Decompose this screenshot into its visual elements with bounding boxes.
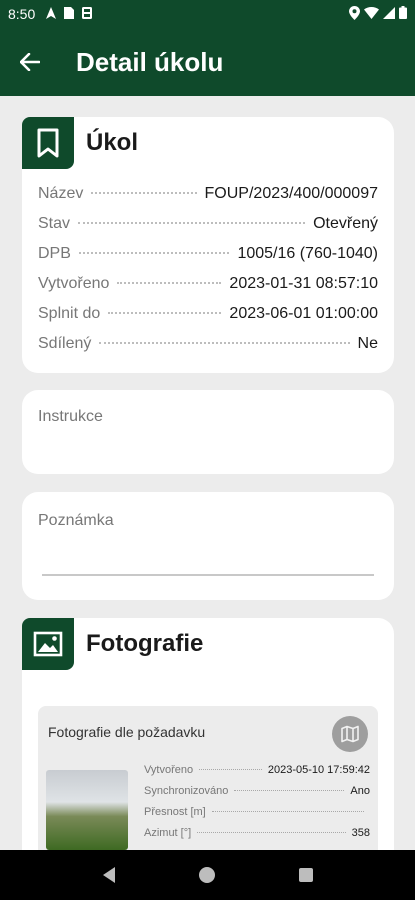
arrow-left-icon xyxy=(20,53,40,71)
detail-row-vytvoreno: Vytvořeno 2023-01-31 08:57:10 xyxy=(38,275,378,305)
sd-card-icon xyxy=(81,6,93,22)
detail-value: Otevřený xyxy=(313,215,378,232)
photo-meta-value: 2023-05-10 17:59:42 xyxy=(267,764,370,776)
photo-meta-label: Synchronizováno xyxy=(144,785,229,797)
status-bar: 8:50 xyxy=(0,0,415,28)
detail-label: Vytvořeno xyxy=(38,275,110,292)
location-icon xyxy=(349,5,360,23)
photo-meta-value: 358 xyxy=(351,827,370,839)
photos-card-title: Fotografie xyxy=(86,630,204,657)
task-card-title: Úkol xyxy=(86,129,139,156)
detail-value: Ne xyxy=(357,335,378,352)
status-time: 8:50 xyxy=(8,6,36,22)
detail-row-nazev: Název FOUP/2023/400/000097 xyxy=(38,185,378,215)
page-title: Detail úkolu xyxy=(76,46,224,77)
photo-meta-list: Vytvořeno 2023-05-10 17:59:42 Synchronizo… xyxy=(144,764,370,848)
detail-label: Sdílený xyxy=(38,335,92,352)
note-input-underline xyxy=(42,574,374,576)
battery-icon xyxy=(399,6,407,22)
photo-meta-row: Synchronizováno Ano xyxy=(144,785,370,806)
detail-label: Stav xyxy=(38,215,71,232)
map-button[interactable] xyxy=(332,716,368,752)
photo-meta-row: Přesnost [m] xyxy=(144,806,370,827)
map-icon xyxy=(341,725,359,743)
task-card: Úkol Název FOUP/2023/400/000097 Stav Otevř… xyxy=(22,117,394,373)
photo-meta-row: Vytvořeno 2023-05-10 17:59:42 xyxy=(144,764,370,785)
photo-thumbnail[interactable] xyxy=(46,770,128,850)
photos-card-header: Fotografie xyxy=(22,618,394,670)
detail-row-stav: Stav Otevřený xyxy=(38,215,378,245)
square-recents-icon xyxy=(298,868,313,882)
detail-label: Název xyxy=(38,185,84,202)
photo-item-title: Fotografie dle požadavku xyxy=(48,724,206,740)
photo-meta-row: Azimut [°] 358 xyxy=(144,827,370,848)
detail-value: FOUP/2023/400/000097 xyxy=(204,185,378,202)
back-button[interactable] xyxy=(0,28,60,96)
app-bar: Detail úkolu xyxy=(0,28,415,96)
detail-value: 2023-06-01 01:00:00 xyxy=(229,305,378,322)
detail-row-sdileny: Sdílený Ne xyxy=(38,335,378,365)
note-card[interactable]: Poznámka xyxy=(22,492,394,600)
detail-label: DPB xyxy=(38,245,71,262)
task-detail-list: Název FOUP/2023/400/000097 Stav Otevřený D… xyxy=(22,185,394,365)
detail-label: Splnit do xyxy=(38,305,101,322)
photo-meta-label: Azimut [°] xyxy=(144,827,192,839)
note-label: Poznámka xyxy=(38,512,114,529)
instructions-card: Instrukce xyxy=(22,390,394,474)
photo-meta-label: Přesnost [m] xyxy=(144,806,206,818)
circle-home-icon xyxy=(199,867,216,883)
navigation-icon xyxy=(45,6,57,22)
image-icon xyxy=(33,631,63,657)
triangle-back-icon xyxy=(103,867,116,883)
photo-meta-value: Ano xyxy=(350,785,370,797)
nav-back-button[interactable] xyxy=(89,855,129,895)
nav-home-button[interactable] xyxy=(187,855,227,895)
photos-badge xyxy=(22,618,74,670)
nav-recents-button[interactable] xyxy=(286,855,326,895)
detail-row-dpb: DPB 1005/16 (760-1040) xyxy=(38,245,378,275)
signal-icon xyxy=(383,6,395,22)
wifi-icon xyxy=(364,6,379,22)
detail-value: 2023-01-31 08:57:10 xyxy=(229,275,378,292)
system-nav-bar xyxy=(0,850,415,900)
photo-meta-label: Vytvořeno xyxy=(144,764,194,776)
bookmark-icon xyxy=(37,128,59,158)
task-badge xyxy=(22,117,74,169)
detail-value: 1005/16 (760-1040) xyxy=(237,245,378,262)
sim-card-icon xyxy=(63,6,75,22)
detail-row-splnit-do: Splnit do 2023-06-01 01:00:00 xyxy=(38,305,378,335)
instructions-label: Instrukce xyxy=(38,408,103,425)
task-card-header: Úkol xyxy=(22,117,394,169)
